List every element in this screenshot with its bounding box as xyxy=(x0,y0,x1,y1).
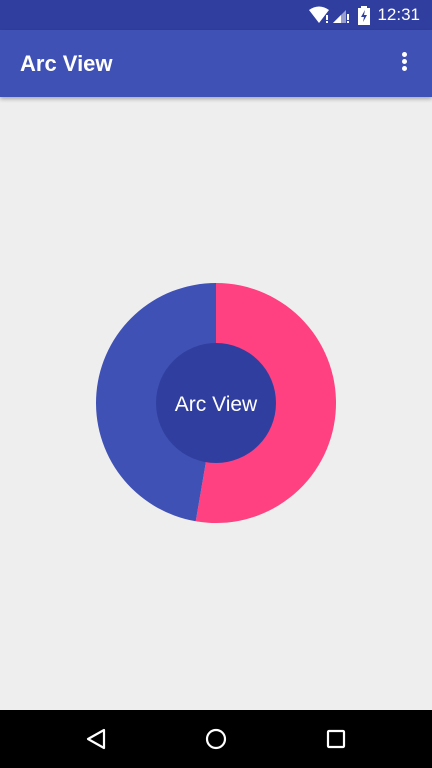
app-bar: Arc View xyxy=(0,30,432,97)
clock: 12:31 xyxy=(377,5,420,24)
battery-charging-icon xyxy=(358,6,370,25)
more-vert-icon[interactable] xyxy=(392,50,416,78)
arc-center-label: Arc View xyxy=(175,393,258,416)
app-title: Arc View xyxy=(20,51,113,76)
back-icon[interactable] xyxy=(84,727,108,751)
signal-icon xyxy=(333,10,349,23)
home-icon[interactable] xyxy=(204,727,228,751)
navigation-bar xyxy=(0,710,432,768)
arc-view: Arc View xyxy=(96,283,336,523)
status-bar: 12:31 xyxy=(0,0,432,30)
wifi-icon xyxy=(309,6,329,23)
recents-icon[interactable] xyxy=(324,727,348,751)
